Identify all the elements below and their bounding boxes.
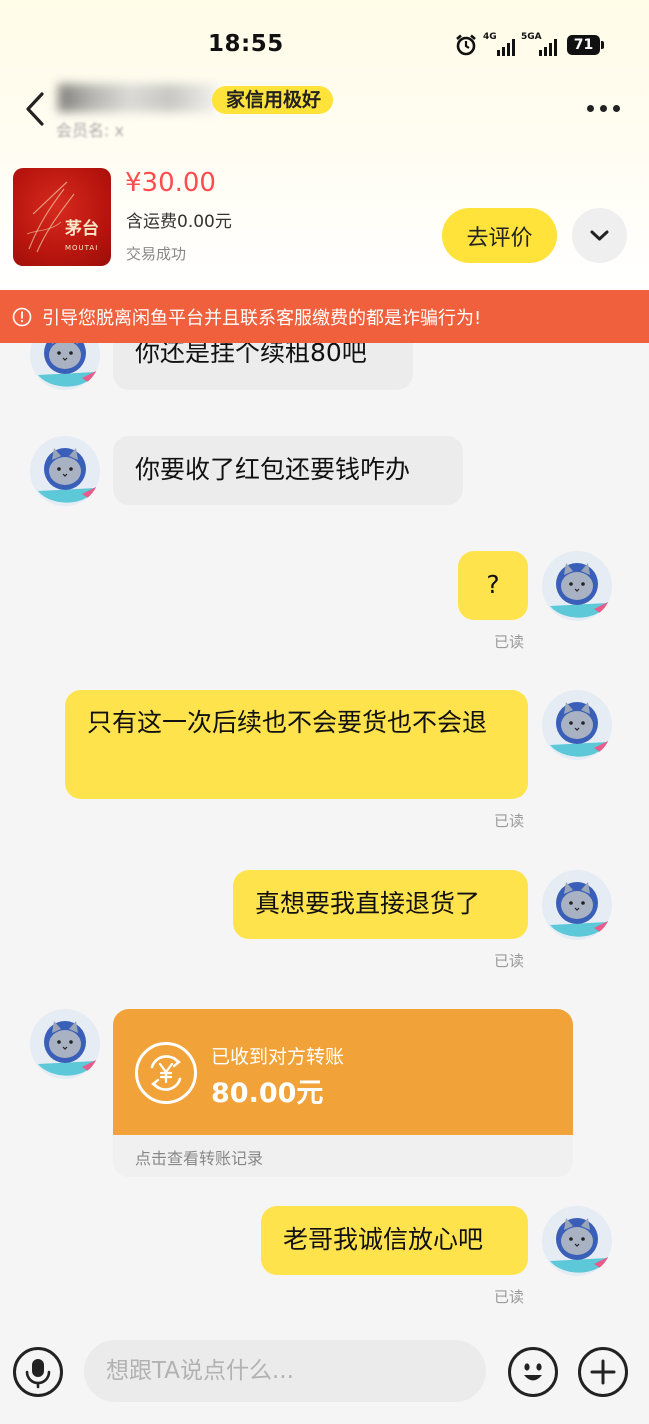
avatar[interactable] [30,1009,100,1079]
alarm-icon [456,34,476,56]
trade-status: 交易成功 [126,245,187,263]
yuan-transfer-icon [135,1042,197,1104]
signal-5ga-icon: 5GA [521,32,557,56]
read-receipt: 已读 [494,1288,525,1306]
plus-icon [590,1359,616,1385]
cat-avatar-icon [542,551,612,621]
message-bubble[interactable]: 你还是挂个续租80吧 [113,343,413,390]
status-time: 18:55 [208,31,284,57]
avatar[interactable] [542,1206,612,1276]
product-image[interactable]: 茅台 MOUTAI [13,168,111,266]
avatar[interactable] [542,870,612,940]
transfer-card-header: 已收到对方转账 80.00元 [113,1009,573,1135]
fraud-warning-banner: 引导您脱离闲鱼平台并且联系客服缴费的都是诈骗行为! [0,290,649,343]
seller-name[interactable]: 商 [58,84,218,112]
signal-4g-icon: 4G [483,32,515,56]
chat-area[interactable]: 你还是挂个续租80吧 你要收了红包还要钱咋办 ? 已读 只有这一次后续也不会要货… [0,343,649,1323]
emoji-button[interactable] [508,1347,558,1397]
expand-button[interactable] [572,208,627,263]
brand-name-en: MOUTAI [65,244,99,252]
brand-name-cn: 茅台 [65,219,99,239]
avatar[interactable] [542,690,612,760]
message-bubble[interactable]: ? [458,551,528,620]
cat-avatar-icon [542,870,612,940]
message-input[interactable] [84,1340,486,1402]
smiley-icon [524,1363,542,1381]
message-bubble[interactable]: 只有这一次后续也不会要货也不会退 [65,690,528,799]
product-price: ¥30.00 [125,168,216,198]
seller-subtitle: 会员名: x [56,121,124,140]
cat-avatar-icon [30,436,100,506]
credit-badge: 家信用极好 [212,86,334,114]
cat-avatar-icon [542,1206,612,1276]
cat-avatar-icon [30,343,100,390]
add-button[interactable] [578,1347,628,1397]
cat-avatar-icon [542,690,612,760]
input-bar [0,1323,649,1424]
avatar[interactable] [30,436,100,506]
message-bubble[interactable]: 老哥我诚信放心吧 [261,1206,528,1275]
warning-icon [12,307,32,326]
transfer-card[interactable]: 已收到对方转账 80.00元 点击查看转账记录 [113,1009,573,1177]
chevron-left-icon [26,92,44,126]
transfer-amount: 80.00元 [211,1078,324,1109]
voice-button[interactable] [13,1347,63,1397]
message-bubble[interactable]: 你要收了红包还要钱咋办 [113,436,463,505]
read-receipt: 已读 [494,952,525,970]
message-bubble[interactable]: 真想要我直接退货了 [233,870,528,939]
status-bar: 18:55 4G 5GA 71 [0,0,649,80]
transfer-title: 已收到对方转账 [211,1046,345,1068]
avatar[interactable] [542,551,612,621]
review-button[interactable]: 去评价 [442,208,557,263]
cat-avatar-icon [30,1009,100,1079]
warning-text: 引导您脱离闲鱼平台并且联系客服缴费的都是诈骗行为! [42,307,482,329]
read-receipt: 已读 [494,633,525,651]
back-button[interactable] [20,88,60,132]
battery-icon: 71 [567,35,604,55]
avatar[interactable] [30,343,100,390]
shipping-fee: 含运费0.00元 [126,212,232,232]
transfer-record-link[interactable]: 点击查看转账记录 [135,1145,263,1169]
chevron-down-icon [590,230,609,241]
more-options-button[interactable] [582,96,624,120]
status-icons: 4G 5GA 71 [455,32,604,58]
microphone-icon [25,1359,51,1389]
read-receipt: 已读 [494,812,525,830]
more-dot-icon [586,104,594,112]
